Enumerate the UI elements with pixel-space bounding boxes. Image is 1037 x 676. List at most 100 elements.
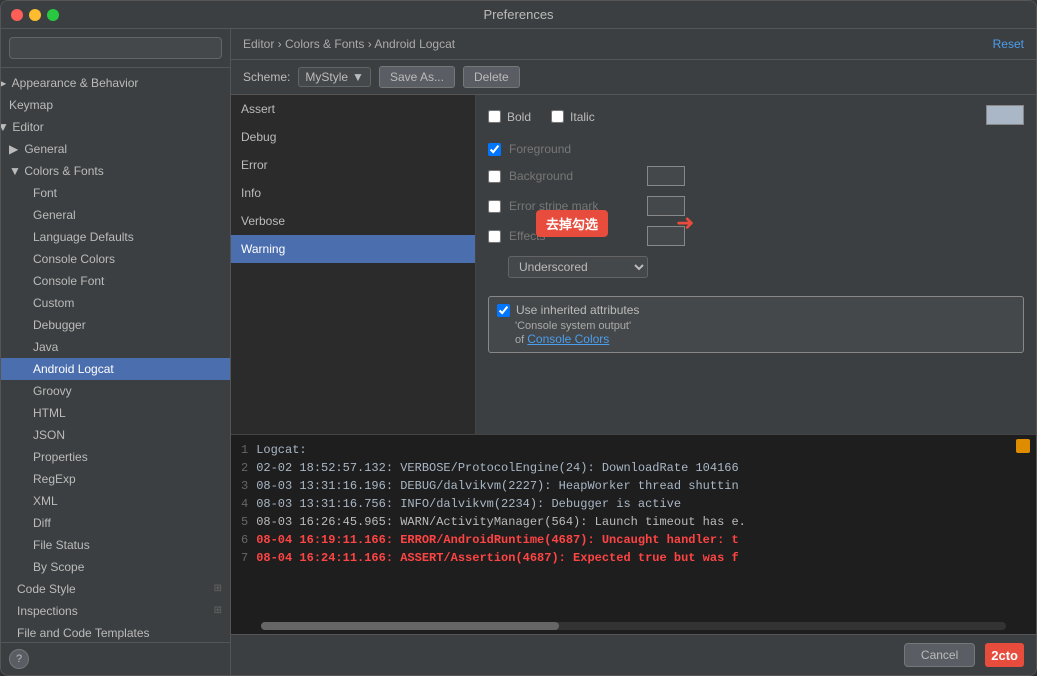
bold-checkbox[interactable]: [488, 110, 501, 123]
cancel-button[interactable]: Cancel: [904, 643, 975, 667]
foreground-color-swatch[interactable]: [986, 105, 1024, 125]
log-type-info[interactable]: Info: [231, 179, 475, 207]
delete-button[interactable]: Delete: [463, 66, 520, 88]
sidebar-item-java[interactable]: Java: [1, 336, 230, 358]
preview-line-2: 202-02 18:52:57.132: VERBOSE/ProtocolEng…: [241, 459, 1026, 477]
footer: Cancel 2cto: [231, 634, 1036, 675]
preview-line-7: 708-04 16:24:11.166: ASSERT/Assertion(46…: [241, 549, 1026, 567]
preview-area: 1Logcat: 202-02 18:52:57.132: VERBOSE/Pr…: [231, 434, 1036, 634]
main-layout: ▶ Appearance & Behavior Keymap ▼ Editor …: [1, 29, 1036, 675]
sidebar-item-android-logcat[interactable]: Android Logcat: [1, 358, 230, 380]
sidebar-bottom: ?: [1, 642, 230, 675]
effects-color-swatch[interactable]: [647, 226, 685, 246]
italic-checkbox[interactable]: [551, 110, 564, 123]
color-arrow-icon: ➜: [924, 95, 953, 99]
bold-label: Bold: [507, 110, 531, 124]
sidebar-item-by-scope[interactable]: By Scope: [1, 556, 230, 578]
content-panel: Editor › Colors & Fonts › Android Logcat…: [231, 29, 1036, 675]
reset-button[interactable]: Reset: [993, 37, 1024, 51]
italic-label: Italic: [570, 110, 595, 124]
sidebar-item-debugger[interactable]: Debugger: [1, 314, 230, 336]
sidebar-item-language-defaults[interactable]: Language Defaults: [1, 226, 230, 248]
sidebar-item-inspections[interactable]: Inspections ⊞: [1, 600, 230, 622]
background-checkbox[interactable]: [488, 170, 501, 183]
foreground-checkbox[interactable]: [488, 143, 501, 156]
sidebar-item-console-colors[interactable]: Console Colors: [1, 248, 230, 270]
error-stripe-attr-row: Error stripe mark: [488, 196, 1024, 216]
foreground-swatch-container: [986, 105, 1024, 128]
sidebar-item-editor[interactable]: ▼ Editor: [1, 116, 230, 138]
save-as-button[interactable]: Save As...: [379, 66, 455, 88]
close-button[interactable]: [11, 9, 23, 21]
maximize-button[interactable]: [47, 9, 59, 21]
window-title: Preferences: [483, 7, 553, 22]
console-colors-link[interactable]: Console Colors: [527, 332, 609, 346]
error-stripe-label: Error stripe mark: [509, 199, 639, 213]
sidebar: ▶ Appearance & Behavior Keymap ▼ Editor …: [1, 29, 231, 675]
horizontal-scrollbar[interactable]: [261, 622, 1006, 630]
title-bar: Preferences: [1, 1, 1036, 29]
sidebar-item-properties[interactable]: Properties: [1, 446, 230, 468]
breadcrumb: Editor › Colors & Fonts › Android Logcat: [243, 37, 455, 51]
italic-row: Italic: [551, 110, 595, 124]
effects-label: Effects: [509, 229, 639, 243]
sidebar-tree: ▶ Appearance & Behavior Keymap ▼ Editor …: [1, 68, 230, 642]
effects-type-row: Underscored Bold Underscored Dotted Bord…: [488, 256, 1024, 278]
log-type-debug[interactable]: Debug: [231, 123, 475, 151]
sidebar-item-keymap[interactable]: Keymap: [1, 94, 230, 116]
watermark-badge: 2cto: [985, 643, 1024, 667]
log-type-verbose[interactable]: Verbose: [231, 207, 475, 235]
arrow-icon-colors: ▼: [9, 162, 21, 180]
scrollbar-thumb: [261, 622, 559, 630]
effects-attr-row: Effects: [488, 226, 1024, 246]
preview-line-1: 1Logcat:: [241, 441, 1026, 459]
preview-line-3: 308-03 13:31:16.196: DEBUG/dalvikvm(2227…: [241, 477, 1026, 495]
background-color-swatch[interactable]: [647, 166, 685, 186]
preview-line-6: 608-04 16:19:11.166: ERROR/AndroidRuntim…: [241, 531, 1026, 549]
sidebar-item-xml[interactable]: XML: [1, 490, 230, 512]
inherited-attributes-box: Use inherited attributes 'Console system…: [488, 296, 1024, 353]
search-input[interactable]: [9, 37, 222, 59]
background-label: Background: [509, 169, 639, 183]
content-body: Assert Debug Error Info Verbose Warning …: [231, 95, 1036, 434]
arrow-icon: ▶: [1, 74, 9, 92]
inherited-label: Use inherited attributes: [516, 303, 639, 317]
help-button[interactable]: ?: [9, 649, 29, 669]
sidebar-item-general[interactable]: ▶ General: [1, 138, 230, 160]
inherited-checkbox[interactable]: [497, 304, 510, 317]
minimize-button[interactable]: [29, 9, 41, 21]
sidebar-item-font[interactable]: Font: [1, 182, 230, 204]
sidebar-item-general2[interactable]: General: [1, 204, 230, 226]
sidebar-item-regexp[interactable]: RegExp: [1, 468, 230, 490]
sidebar-item-console-font[interactable]: Console Font: [1, 270, 230, 292]
scheme-row: Scheme: MyStyle ▼ Save As... Delete: [231, 60, 1036, 95]
sidebar-item-appearance[interactable]: ▶ Appearance & Behavior: [1, 72, 230, 94]
sidebar-item-groovy[interactable]: Groovy: [1, 380, 230, 402]
window-controls: [11, 9, 59, 21]
search-box: [1, 29, 230, 68]
sidebar-item-colors-fonts[interactable]: ▼ Colors & Fonts: [1, 160, 230, 182]
inherited-link-row: of Console Colors: [497, 332, 1015, 346]
preview-line-4: 408-03 13:31:16.756: INFO/dalvikvm(2234)…: [241, 495, 1026, 513]
sidebar-item-custom[interactable]: Custom: [1, 292, 230, 314]
effects-type-select[interactable]: Underscored Bold Underscored Dotted Bord…: [508, 256, 648, 278]
foreground-label: Foreground: [509, 142, 639, 156]
arrow-icon-general: ▶: [9, 140, 21, 158]
sidebar-item-file-code-templates[interactable]: File and Code Templates: [1, 622, 230, 642]
inherited-source: 'Console system output': [497, 320, 1015, 332]
error-stripe-color-swatch[interactable]: [647, 196, 685, 216]
log-type-error[interactable]: Error: [231, 151, 475, 179]
sidebar-item-diff[interactable]: Diff: [1, 512, 230, 534]
attrs-panel: Bold Italic Foregro: [476, 95, 1036, 434]
foreground-attr-row: Foreground: [488, 142, 1024, 156]
sidebar-item-json[interactable]: JSON: [1, 424, 230, 446]
log-type-warning[interactable]: Warning: [231, 235, 475, 263]
sidebar-item-code-style[interactable]: Code Style ⊞: [1, 578, 230, 600]
sidebar-item-html[interactable]: HTML: [1, 402, 230, 424]
log-type-assert[interactable]: Assert: [231, 95, 475, 123]
preview-line-5: 508-03 16:26:45.965: WARN/ActivityManage…: [241, 513, 1026, 531]
effects-checkbox[interactable]: [488, 230, 501, 243]
scheme-select[interactable]: MyStyle ▼: [298, 67, 371, 87]
sidebar-item-file-status[interactable]: File Status: [1, 534, 230, 556]
error-stripe-checkbox[interactable]: [488, 200, 501, 213]
